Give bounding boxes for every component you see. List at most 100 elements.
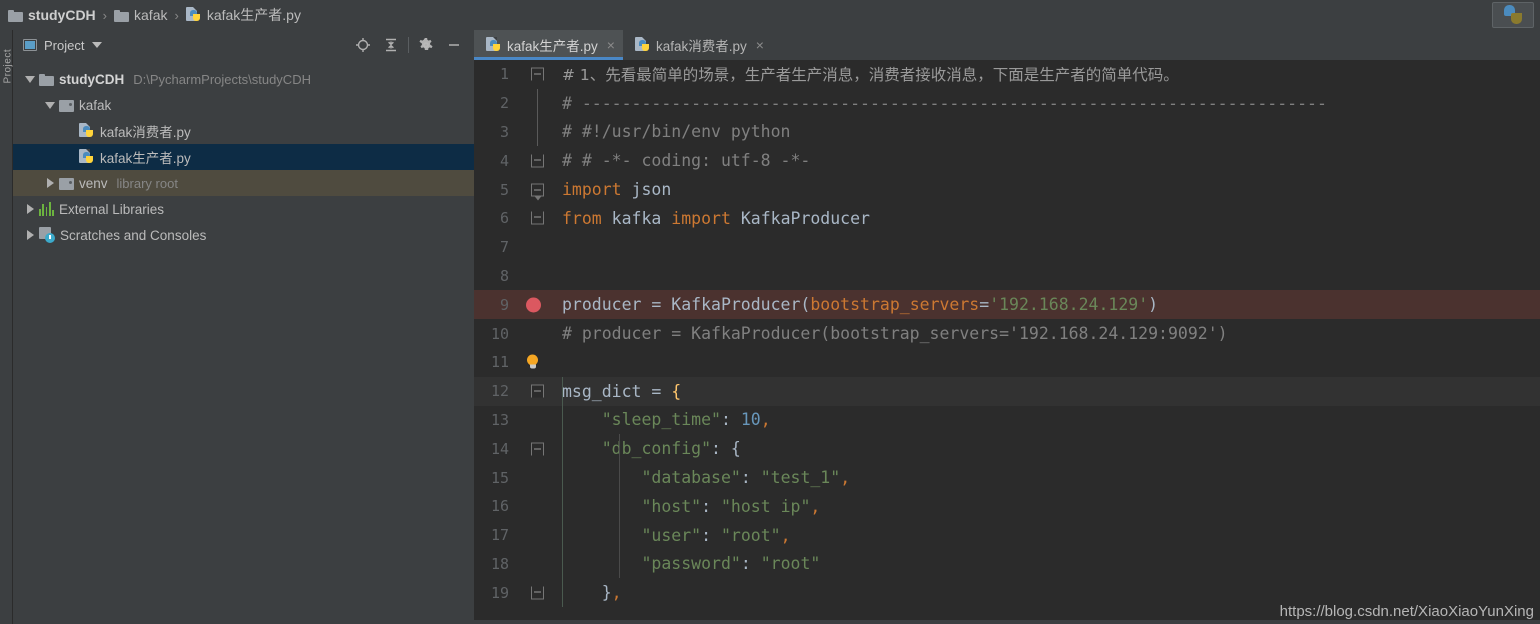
breadcrumb-item-2[interactable]: kafak生产者.py [185, 0, 301, 30]
breadcrumb: studyCDH › kafak › kafak生产者.py [0, 0, 1540, 30]
code-line[interactable]: 17 "user": "root", [474, 521, 1540, 550]
code-line-text: "database": "test_1", [558, 468, 850, 487]
editor-gutter[interactable] [520, 377, 558, 406]
code-fold-icon[interactable] [531, 211, 544, 225]
editor-gutter[interactable] [520, 146, 558, 175]
close-icon[interactable]: × [756, 38, 764, 52]
code-line[interactable]: 1 # 1、先看最简单的场景，生产者生产消息，消费者接收消息，下面是生产者的简单代… [474, 60, 1540, 89]
code-fold-icon[interactable] [531, 154, 544, 168]
code-line[interactable]: 3 # #!/usr/bin/env python [474, 117, 1540, 147]
editor-gutter[interactable] [520, 550, 558, 579]
code-token: producer = KafkaProducer( [562, 295, 811, 315]
chevron-down-icon[interactable] [92, 42, 103, 48]
chevron-right-icon[interactable] [21, 204, 39, 214]
code-line[interactable]: 18 "password": "root" [474, 550, 1540, 579]
code-line[interactable]: 7 [474, 233, 1540, 262]
tree-row[interactable]: kafak生产者.py [13, 144, 474, 170]
code-line[interactable]: 19 }, [474, 578, 1540, 607]
line-number: 5 [499, 180, 509, 199]
tree-row[interactable]: External Libraries [13, 196, 474, 222]
chevron-right-icon[interactable] [21, 230, 39, 240]
gear-icon[interactable] [412, 32, 440, 58]
breadcrumb-item-0[interactable]: studyCDH [8, 0, 96, 30]
editor-gutter[interactable] [520, 117, 558, 147]
code-editor[interactable]: 1 # 1、先看最简单的场景，生产者生产消息，消费者接收消息，下面是生产者的简单代… [474, 60, 1540, 624]
tree-row-label: External Libraries [59, 201, 165, 217]
code-line[interactable]: 13 "sleep_time": 10, [474, 406, 1540, 435]
close-icon[interactable]: × [607, 38, 615, 52]
code-line[interactable]: 11 [474, 348, 1540, 377]
editor-gutter[interactable] [520, 175, 558, 204]
code-token: "user" [641, 525, 702, 545]
breadcrumb-item-1[interactable]: kafak [114, 0, 167, 30]
editor-area: kafak生产者.py × kafak消费者.py × 1 # 1、先看最简单的场景，生… [474, 30, 1540, 624]
editor-gutter[interactable] [520, 290, 558, 319]
code-line[interactable]: 9 producer = KafkaProducer(bootstrap_serv… [474, 290, 1540, 320]
chevron-right-icon[interactable] [41, 178, 59, 188]
editor-gutter[interactable] [520, 492, 558, 521]
python-file-icon [634, 37, 651, 53]
run-configuration-button[interactable] [1492, 2, 1534, 28]
chevron-down-icon[interactable] [21, 75, 39, 83]
chevron-down-icon[interactable] [41, 101, 59, 109]
line-number: 6 [499, 209, 509, 228]
code-fold-icon[interactable] [531, 586, 544, 600]
code-fold-icon[interactable] [531, 384, 544, 398]
editor-gutter[interactable] [520, 233, 558, 262]
editor-gutter[interactable] [520, 88, 558, 118]
editor-gutter[interactable] [520, 463, 558, 492]
tree-row[interactable]: Scratches and Consoles [13, 222, 474, 248]
code-line[interactable]: 16 "host": "host ip", [474, 492, 1540, 521]
python-file-icon [185, 7, 202, 23]
line-number: 16 [490, 497, 509, 516]
tree-row[interactable]: venv library root [13, 170, 474, 196]
code-fold-icon[interactable] [531, 183, 544, 201]
code-line-text: # # -*- coding: utf-8 -*- [558, 151, 810, 170]
code-token: : [701, 496, 721, 516]
project-tree[interactable]: studyCDH D:\PycharmProjects\studyCDH kafak… [13, 60, 474, 624]
folder-icon [8, 9, 23, 22]
code-line[interactable]: 15 "database": "test_1", [474, 463, 1540, 492]
editor-gutter[interactable] [520, 262, 558, 291]
project-strip-label[interactable]: Project [3, 32, 14, 84]
editor-gutter[interactable] [520, 204, 558, 233]
lightbulb-icon[interactable] [526, 354, 539, 370]
editor-gutter[interactable] [520, 521, 558, 550]
line-number: 11 [490, 353, 509, 372]
breakpoint-icon[interactable] [526, 297, 541, 313]
code-fold-icon[interactable] [531, 67, 544, 81]
editor-tab[interactable]: kafak生产者.py × [474, 30, 623, 60]
editor-gutter[interactable] [520, 406, 558, 435]
tree-row[interactable]: studyCDH D:\PycharmProjects\studyCDH [13, 66, 474, 92]
line-number: 7 [499, 238, 509, 257]
minimize-icon[interactable] [440, 32, 468, 58]
code-line[interactable]: 6 from kafka import KafkaProducer [474, 204, 1540, 233]
code-line[interactable]: 2 # -------------------------------------… [474, 88, 1540, 118]
code-fold-icon[interactable] [531, 442, 544, 456]
editor-gutter[interactable] [520, 434, 558, 463]
line-number: 12 [490, 382, 509, 401]
code-line[interactable]: 5 import json [474, 175, 1540, 204]
code-line[interactable]: 10 # producer = KafkaProducer(bootstrap_s… [474, 319, 1540, 348]
code-line[interactable]: 8 [474, 262, 1540, 291]
collapse-all-icon[interactable] [377, 32, 405, 58]
tree-row[interactable]: kafak消费者.py [13, 118, 474, 144]
toolbar-divider [408, 37, 409, 53]
editor-gutter[interactable] [520, 319, 558, 348]
external-libraries-icon [39, 202, 54, 216]
code-line[interactable]: 4 # # -*- coding: utf-8 -*- [474, 146, 1540, 175]
editor-gutter[interactable] [520, 578, 558, 607]
editor-tab-label: kafak消费者.py [655, 39, 747, 54]
code-token: # #!/usr/bin/env python [562, 122, 791, 142]
editor-tab[interactable]: kafak消费者.py × [623, 30, 772, 60]
editor-gutter[interactable] [520, 348, 558, 377]
locate-icon[interactable] [349, 32, 377, 58]
tree-row[interactable]: kafak [13, 92, 474, 118]
editor-gutter[interactable] [520, 60, 558, 89]
code-line[interactable]: 12 msg_dict = { [474, 376, 1540, 406]
code-line[interactable]: 14 "db_config": { [474, 434, 1540, 463]
